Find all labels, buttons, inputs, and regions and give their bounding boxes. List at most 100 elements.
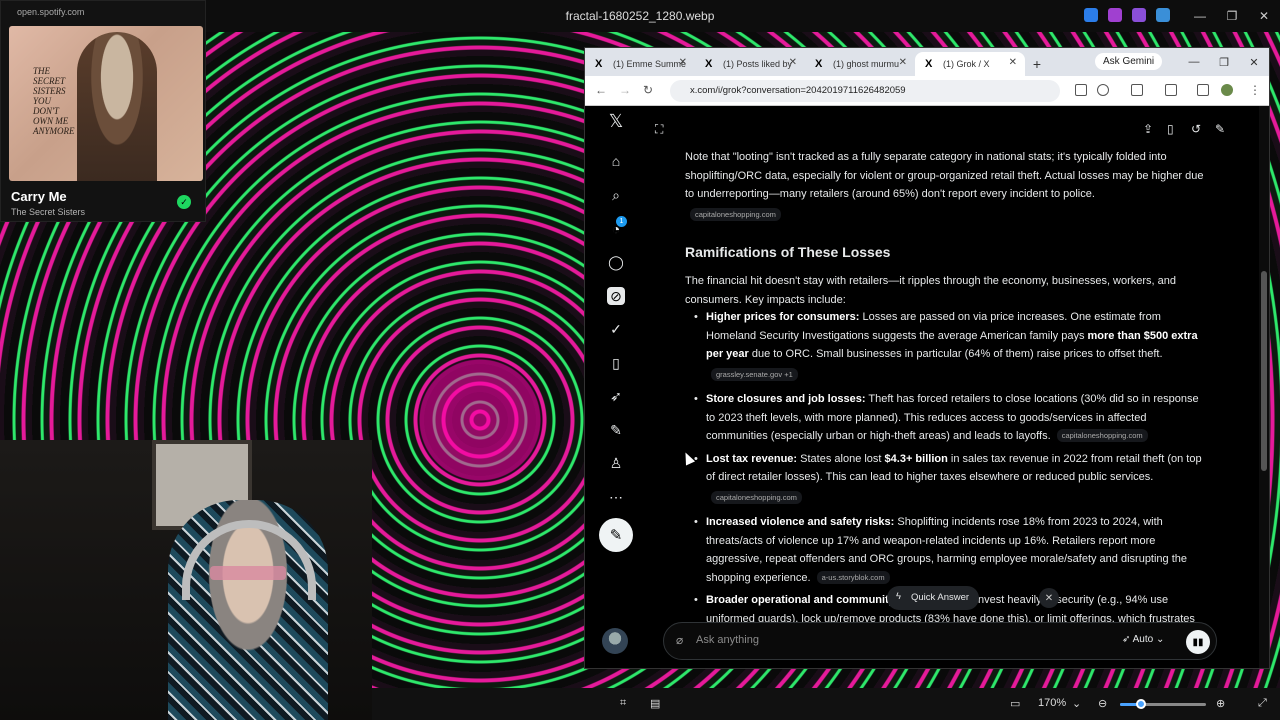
zoom-dropdown-icon[interactable]: ⌄	[1072, 697, 1081, 710]
browser-tab-active[interactable]: X (1) Grok / X ✕	[915, 52, 1025, 76]
attach-icon[interactable]: ⌀	[676, 633, 683, 647]
browser-tab[interactable]: X (1) ghost murmu ✕	[805, 52, 915, 76]
share-icon[interactable]: ⇪	[1143, 122, 1153, 136]
source-chip[interactable]: grassley.senate.gov +1	[711, 367, 798, 381]
info-icon[interactable]: ▤	[650, 697, 660, 710]
zoom-slider-handle[interactable]	[1135, 699, 1146, 709]
more-icon[interactable]: ⋯	[607, 488, 625, 506]
new-chat-icon[interactable]: ✎	[1215, 122, 1225, 136]
section-heading: Ramifications of These Losses	[685, 244, 891, 260]
search-icon[interactable]: ⌕	[607, 186, 625, 204]
browser-tab[interactable]: X (1) Emme Summe ✕	[585, 52, 695, 76]
tray-app-icon[interactable]	[1084, 8, 1098, 22]
new-tab-button[interactable]: +	[1025, 52, 1049, 76]
tab-label: (1) Emme Summe	[613, 59, 687, 69]
spotify-url: open.spotify.com	[17, 7, 85, 17]
mode-selector[interactable]: ➶ Auto ⌄	[1122, 634, 1164, 645]
crop-icon[interactable]: ⌗	[620, 697, 626, 710]
forward-button[interactable]: →	[619, 83, 631, 97]
edit-icon[interactable]: ✎	[607, 421, 625, 439]
grok-icon[interactable]: ⊘	[607, 287, 625, 305]
extensions-icon[interactable]	[1131, 84, 1143, 96]
ask-input[interactable]: Ask anything	[696, 634, 759, 646]
restore-button[interactable]: ❐	[1216, 0, 1248, 32]
home-icon[interactable]: ⌂	[607, 152, 625, 170]
liked-check-icon[interactable]: ✓	[177, 195, 191, 209]
tray-app-icon[interactable]	[1108, 8, 1122, 22]
fit-icon[interactable]: ▭	[1010, 697, 1020, 710]
tab-close-icon[interactable]: ✕	[899, 57, 907, 68]
item-title: Increased violence and safety risks:	[706, 516, 895, 528]
source-chip[interactable]: capitaloneshopping.com	[1056, 429, 1148, 442]
profile-icon[interactable]: ♙	[607, 454, 625, 472]
media-icon[interactable]	[1165, 84, 1177, 96]
browser-restore-button[interactable]: ❐	[1209, 48, 1239, 76]
zoom-out-icon[interactable]: ⊖	[1098, 697, 1107, 710]
item-title: Broader operational and communit	[706, 594, 889, 606]
quick-answer-button[interactable]: ϟ Quick Answer	[887, 586, 980, 610]
bookmark-icon[interactable]: ▯	[607, 354, 625, 372]
star-icon[interactable]	[1097, 84, 1109, 96]
browser-minimize-button[interactable]: —	[1179, 48, 1209, 76]
expand-icon[interactable]: ⛶	[655, 122, 663, 137]
ask-input-bar[interactable]: ⌀ Ask anything ➶ Auto ⌄ ▮▮	[663, 622, 1217, 660]
voice-icon[interactable]: ▮▮	[1186, 630, 1210, 654]
account-avatar[interactable]	[602, 628, 628, 654]
x-logo-icon: X	[925, 58, 933, 70]
rocket-icon[interactable]: ➶	[607, 387, 625, 405]
source-chip[interactable]: a-us.storyblok.com	[816, 570, 890, 584]
section-intro: The financial hit doesn't stay with reta…	[685, 275, 1177, 306]
tab-close-icon[interactable]: ✕	[1009, 57, 1017, 68]
browser-close-button[interactable]: ✕	[1239, 48, 1269, 76]
menu-icon[interactable]: ⋮	[1249, 83, 1261, 97]
scrollbar[interactable]	[1259, 106, 1269, 668]
cast-icon[interactable]	[1197, 84, 1209, 96]
zoom-in-icon[interactable]: ⊕	[1216, 697, 1225, 710]
system-tray	[1084, 8, 1170, 22]
x-sidebar: 𝕏 ⌂ ⌕ ◔ 1 ◯ ⊘ ✓ ▯ ➶ ✎ ♙ ⋯ ✎	[585, 106, 647, 668]
list-item: Store closures and job losses: Theft has…	[694, 390, 1206, 446]
track-title[interactable]: Carry Me	[11, 189, 67, 204]
response-paragraph: Note that "looting" isn't tracked as a f…	[685, 148, 1205, 230]
bookmark-icon[interactable]: ▯	[1167, 122, 1174, 136]
back-button[interactable]: ←	[595, 83, 607, 97]
verified-icon[interactable]: ✓	[607, 320, 625, 338]
url-input[interactable]: x.com/i/grok?conversation=20420197116264…	[670, 80, 1060, 102]
tab-label: (1) ghost murmu	[833, 59, 900, 69]
album-art-text: THE SECRET SISTERS YOU DON'T OWN ME ANYM…	[33, 66, 75, 136]
webcam-feed	[0, 440, 372, 720]
messages-icon[interactable]: ◯	[607, 253, 625, 271]
browser-tab[interactable]: X (1) Posts liked by ✕	[695, 52, 805, 76]
compose-button[interactable]: ✎	[599, 518, 633, 552]
tab-close-icon[interactable]: ✕	[789, 57, 797, 68]
install-icon[interactable]	[1075, 84, 1087, 96]
tray-app-icon[interactable]	[1132, 8, 1146, 22]
close-icon[interactable]: ✕	[1039, 588, 1059, 608]
album-art[interactable]: THE SECRET SISTERS YOU DON'T OWN ME ANYM…	[9, 26, 203, 181]
zoom-slider[interactable]	[1120, 699, 1206, 709]
tray-app-icon[interactable]	[1156, 8, 1170, 22]
glasses-icon	[210, 566, 286, 580]
quick-answer-label: Quick Answer	[911, 592, 970, 603]
source-chip[interactable]: capitaloneshopping.com	[711, 490, 802, 504]
paragraph-text: Note that "looting" isn't tracked as a f…	[685, 151, 1204, 200]
track-artist[interactable]: The Secret Sisters	[11, 207, 85, 217]
item-title: Higher prices for consumers:	[706, 311, 860, 323]
expand-icon[interactable]: ⤢	[1258, 697, 1267, 710]
scrollbar-thumb[interactable]	[1261, 271, 1267, 471]
source-chip[interactable]: capitaloneshopping.com	[690, 207, 781, 221]
grok-conversation: ⛶ ⇪ ▯ ↺ ✎ Note that "looting" isn't trac…	[647, 106, 1259, 668]
item-title: Lost tax revenue:	[706, 452, 798, 465]
profile-avatar[interactable]	[1221, 84, 1233, 96]
list-item: Increased violence and safety risks: Sho…	[694, 513, 1206, 587]
impacts-list: Higher prices for consumers: Losses are …	[694, 308, 1206, 632]
minimize-button[interactable]: —	[1184, 0, 1216, 32]
close-button[interactable]: ✕	[1248, 0, 1280, 32]
history-icon[interactable]: ↺	[1191, 122, 1201, 136]
list-item: Lost tax revenue: States alone lost $4.3…	[694, 450, 1206, 508]
ask-gemini-button[interactable]: Ask Gemini	[1095, 53, 1163, 70]
reload-button[interactable]: ↻	[643, 83, 653, 97]
zoom-level[interactable]: 170%	[1038, 697, 1066, 709]
tab-close-icon[interactable]: ✕	[679, 57, 687, 68]
x-logo-icon[interactable]: 𝕏	[607, 111, 625, 131]
